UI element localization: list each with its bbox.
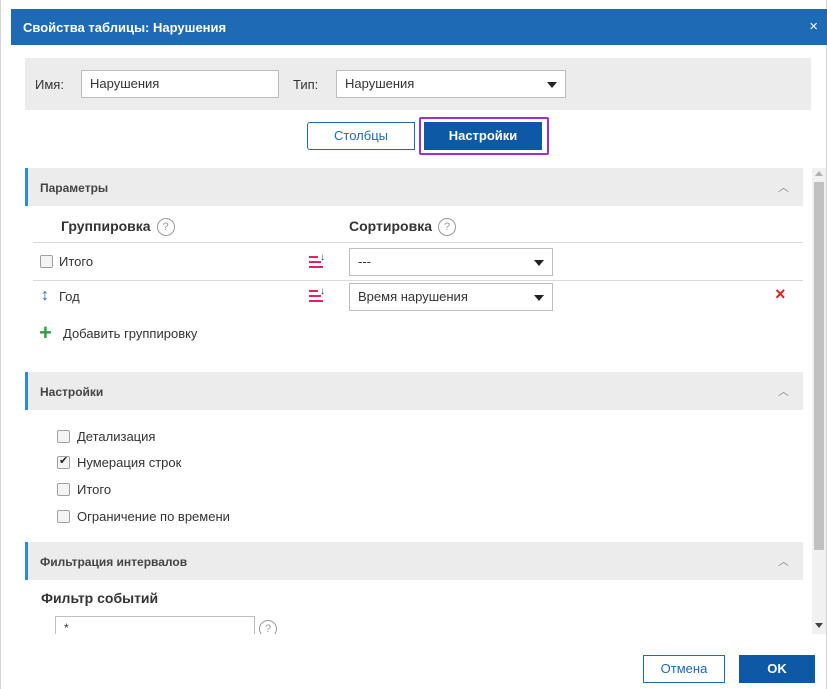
chevron-up-icon[interactable]: ︿ [778, 179, 789, 195]
total-checkbox[interactable] [57, 483, 70, 496]
delete-grouping-icon[interactable]: × [775, 284, 786, 305]
add-grouping-link[interactable]: Добавить группировку [63, 326, 197, 341]
chevron-down-icon [547, 82, 557, 88]
detailization-label: Детализация [77, 429, 156, 444]
name-type-row: Имя: Нарушения Тип: Нарушения [25, 58, 811, 110]
total-label: Итого [77, 482, 112, 497]
table-properties-dialog: Свойства таблицы: Нарушения × Имя: Наруш… [0, 0, 827, 689]
settings-section-title: Настройки [40, 385, 104, 399]
time-limit-label: Ограничение по времени [77, 509, 230, 524]
cancel-button[interactable]: Отмена [643, 655, 725, 683]
row-numbering-label: Нумерация строк [77, 455, 182, 470]
params-section-header[interactable]: Параметры ︿ [25, 168, 803, 206]
year-grouping-label: Год [59, 289, 80, 304]
settings-scroll-area: Параметры ︿ Группировка? Сортировка? Ито… [25, 168, 811, 634]
detailization-checkbox[interactable] [57, 430, 70, 443]
type-label: Тип: [293, 77, 319, 92]
name-label: Имя: [35, 77, 64, 92]
grouping-header: Группировка? [61, 218, 175, 237]
event-filter-input[interactable]: * [55, 616, 255, 634]
grouping-header-label: Группировка [61, 218, 151, 234]
sorting-header: Сортировка? [349, 218, 456, 237]
type-select[interactable]: Нарушения [336, 70, 566, 98]
scroll-down-icon[interactable] [815, 623, 823, 628]
sorting-header-label: Сортировка [349, 218, 432, 234]
dialog-title: Свойства таблицы: Нарушения [23, 20, 227, 35]
params-section-title: Параметры [40, 181, 109, 195]
sort-select-total-value: --- [358, 254, 371, 269]
ok-button[interactable]: OK [739, 655, 815, 683]
sort-select-total[interactable]: --- [349, 248, 553, 276]
row-numbering-checkbox[interactable] [57, 454, 70, 469]
close-icon[interactable]: × [809, 18, 818, 35]
sorting-help-icon[interactable]: ? [438, 218, 456, 237]
divider [33, 280, 803, 281]
settings-section-header[interactable]: Настройки ︿ [25, 372, 803, 410]
time-limit-checkbox[interactable] [57, 510, 70, 523]
divider [33, 242, 803, 243]
total-grouping-label: Итого [59, 254, 94, 269]
scroll-up-icon[interactable] [815, 171, 823, 176]
plus-icon[interactable]: + [39, 320, 52, 346]
sort-descending-icon[interactable]: ↓ [309, 252, 325, 270]
chevron-down-icon [534, 295, 544, 301]
event-filter-help-icon[interactable]: ? [259, 620, 277, 634]
interval-filter-section-header[interactable]: Фильтрация интервалов ︿ [25, 542, 803, 580]
vertical-arrows-icon[interactable]: ↕ [41, 287, 49, 305]
type-select-value: Нарушения [345, 76, 415, 91]
sort-select-year[interactable]: Время нарушения [349, 283, 553, 311]
name-input[interactable]: Нарушения [81, 70, 279, 98]
chevron-up-icon[interactable]: ︿ [778, 383, 789, 399]
interval-filter-section-title: Фильтрация интервалов [40, 555, 188, 569]
dialog-titlebar: Свойства таблицы: Нарушения × [11, 9, 827, 45]
grouping-help-icon[interactable]: ? [156, 218, 175, 237]
total-grouping-checkbox[interactable] [40, 255, 53, 268]
sort-select-year-value: Время нарушения [358, 289, 468, 304]
event-filter-label: Фильтр событий [41, 590, 159, 606]
chevron-up-icon[interactable]: ︿ [778, 553, 789, 569]
vertical-scrollbar[interactable] [812, 168, 826, 634]
chevron-down-icon [534, 260, 544, 266]
scrollbar-thumb[interactable] [814, 182, 824, 550]
tab-columns[interactable]: Столбцы [307, 122, 415, 150]
sort-descending-icon[interactable]: ↓ [309, 286, 325, 304]
tab-settings[interactable]: Настройки [424, 122, 542, 150]
